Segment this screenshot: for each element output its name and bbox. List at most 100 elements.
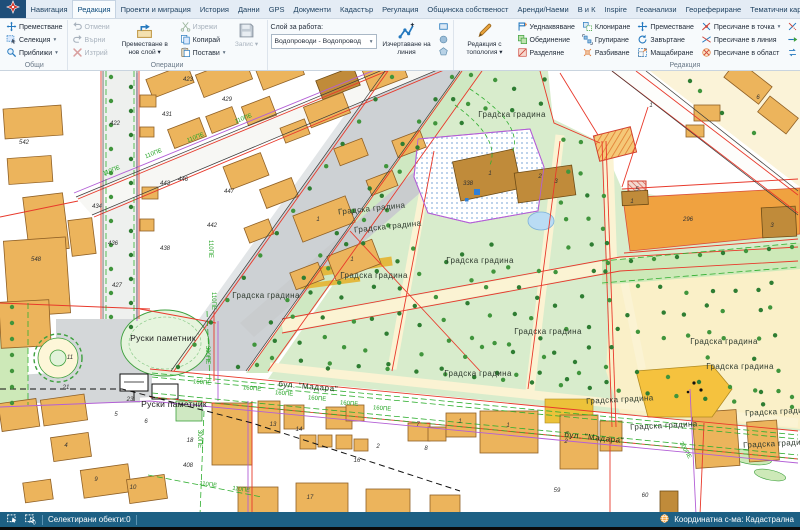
button-завъртане[interactable]: Завъртане <box>636 34 695 46</box>
tree-symbol <box>720 111 724 115</box>
tab-аренди-наеми[interactable]: Аренди/Наеми <box>513 0 573 18</box>
button-label: Изрежи <box>193 24 218 31</box>
tree-symbol <box>10 337 14 341</box>
tree-symbol <box>506 265 510 269</box>
area-label: Градска градина <box>446 256 514 265</box>
parcel-number: 18 <box>187 438 194 444</box>
tab-кадастър[interactable]: Кадастър <box>336 0 378 18</box>
tree-symbol <box>129 277 133 281</box>
app-logo-button[interactable] <box>0 0 26 18</box>
button-изрежи[interactable]: Изрежи <box>179 21 227 33</box>
area-label: Градска градина <box>478 110 546 119</box>
building <box>140 219 154 231</box>
tab-проекти-и-миграция[interactable]: Проекти и миграция <box>116 0 195 18</box>
button-смяна-посоката[interactable]: Смяна посоката <box>786 47 800 59</box>
dropdown-arrow-icon[interactable]: ▾ <box>55 50 58 56</box>
tree-symbol <box>553 270 557 274</box>
select-objects-icon[interactable] <box>6 513 19 527</box>
tree-symbol <box>662 310 666 314</box>
tab-тематични-карти[interactable]: Тематични карти <box>746 0 800 18</box>
cadastral-map[interactable]: Градска градинаГрадска градинаГрадска гр… <box>0 71 800 512</box>
tree-symbol <box>465 301 469 305</box>
tree-symbol <box>442 318 446 322</box>
button-преместване[interactable]: Преместване <box>5 21 64 33</box>
button-изчертаване-на-линия[interactable]: Изчертаване на линия <box>380 20 434 56</box>
parcel-number: 59 <box>554 488 561 494</box>
button-копирай[interactable]: Копирай <box>179 34 227 46</box>
tree-symbol <box>255 363 259 367</box>
coordinate-system-label[interactable]: Координатна с-ма: Кадастрална <box>674 515 794 524</box>
tree-symbol <box>326 266 330 270</box>
dropdown-arrow-icon[interactable]: ▾ <box>223 50 226 56</box>
tab-в-и-к[interactable]: В и К <box>573 0 600 18</box>
tab-история[interactable]: История <box>195 0 233 18</box>
building <box>0 398 40 431</box>
tab-gps[interactable]: GPS <box>264 0 289 18</box>
iline-icon <box>701 34 712 47</box>
button-разбиване[interactable]: Разбиване <box>581 47 631 59</box>
button-клониране[interactable]: Клониране <box>581 21 631 33</box>
button-polytool[interactable] <box>437 47 450 58</box>
tab-редакция[interactable]: Редакция <box>72 0 116 18</box>
tree-symbol <box>753 388 757 392</box>
tab-регулация[interactable]: Регулация <box>378 0 423 18</box>
tree-symbol <box>587 325 591 329</box>
button-удължаване[interactable]: Удължаване <box>786 34 800 46</box>
tree-symbol <box>129 109 133 113</box>
menu-tabs: НавигацияРедакцияПроекти и миграцияИстор… <box>26 0 800 18</box>
button-уеднаквяване[interactable]: Уеднаквяване <box>516 21 576 33</box>
button-пресичане-в-точка[interactable]: Пресичане в точка▾ <box>700 21 782 33</box>
button-пресичане-в-линия[interactable]: Пресичане в линия <box>700 34 782 46</box>
map-viewport[interactable]: Градска градинаГрадска градинаГрадска гр… <box>0 71 800 512</box>
contour-label: 110ПЕ <box>207 240 213 258</box>
building <box>318 435 332 447</box>
button-постави[interactable]: Постави▾ <box>179 47 227 59</box>
tab-inspire[interactable]: Inspire <box>600 0 632 18</box>
button-обединение[interactable]: Обединение <box>516 34 576 46</box>
tab-документи[interactable]: Документи <box>289 0 335 18</box>
button-преместване[interactable]: Преместване <box>636 21 695 33</box>
dropdown-arrow-icon[interactable]: ▾ <box>370 39 373 45</box>
parcel-number: 447 <box>224 189 235 195</box>
tree-symbol <box>447 339 451 343</box>
button-запис[interactable]: Запис ▾ <box>230 20 264 49</box>
statusbar-separator <box>136 515 137 525</box>
button-label: Постави <box>193 50 220 57</box>
tree-symbol <box>565 377 569 381</box>
dropdown-arrow-icon[interactable]: ▾ <box>778 24 781 30</box>
working-layer-select[interactable]: Водопроводи - Водопровод▾ <box>271 34 377 49</box>
parcel-number: 1 <box>350 257 353 263</box>
tree-symbol <box>698 89 702 93</box>
tab-общинска-собственост[interactable]: Общинска собственост <box>423 0 513 18</box>
tree-symbol <box>109 99 113 103</box>
edit-tools-grid: УеднаквяванеОбединениеРазделяне Клониране… <box>516 20 800 59</box>
tab-данни[interactable]: Данни <box>233 0 264 18</box>
tree-symbol <box>635 370 639 374</box>
tab-навигация[interactable]: Навигация <box>26 0 72 18</box>
button-разделяне[interactable]: Разделяне <box>516 47 576 59</box>
button-групиране[interactable]: Групиране <box>581 34 631 46</box>
shape-tools-stack <box>437 20 450 58</box>
button-circletool[interactable] <box>437 35 450 46</box>
button-преместване-в-нов-слой[interactable]: Преместване в нов слой ▾ <box>114 20 176 56</box>
button-отмени[interactable]: Отмени <box>71 21 111 33</box>
deselect-objects-icon[interactable]: 0 <box>24 513 37 527</box>
button-селекция[interactable]: Селекция▾ <box>5 34 64 46</box>
tree-symbol <box>129 229 133 233</box>
tree-symbol <box>297 341 301 345</box>
edit-tools-column: Пресичане в точка▾Пресичане в линияПреси… <box>700 20 782 59</box>
tree-symbol <box>10 369 14 373</box>
tab-георефериране[interactable]: Георефериране <box>681 0 746 18</box>
parcel-number: 429 <box>222 97 233 103</box>
tree-symbol <box>368 186 372 190</box>
button-върни[interactable]: Върни <box>71 34 111 46</box>
button-recttool[interactable] <box>437 22 450 33</box>
dropdown-arrow-icon[interactable]: ▾ <box>53 37 56 43</box>
tab-геоанализи[interactable]: Геоанализи <box>631 0 681 18</box>
button-мащабиране[interactable]: Мащабиране <box>636 47 695 59</box>
button-редакция-с-топология[interactable]: Редакция с топология ▾ <box>457 20 513 56</box>
button-приближи[interactable]: Приближи▾ <box>5 47 64 59</box>
button-отсичане[interactable]: Отсичане <box>786 21 800 33</box>
button-пресичане-в-област[interactable]: Пресичане в област <box>700 47 782 59</box>
button-изтрий[interactable]: Изтрий <box>71 47 111 59</box>
